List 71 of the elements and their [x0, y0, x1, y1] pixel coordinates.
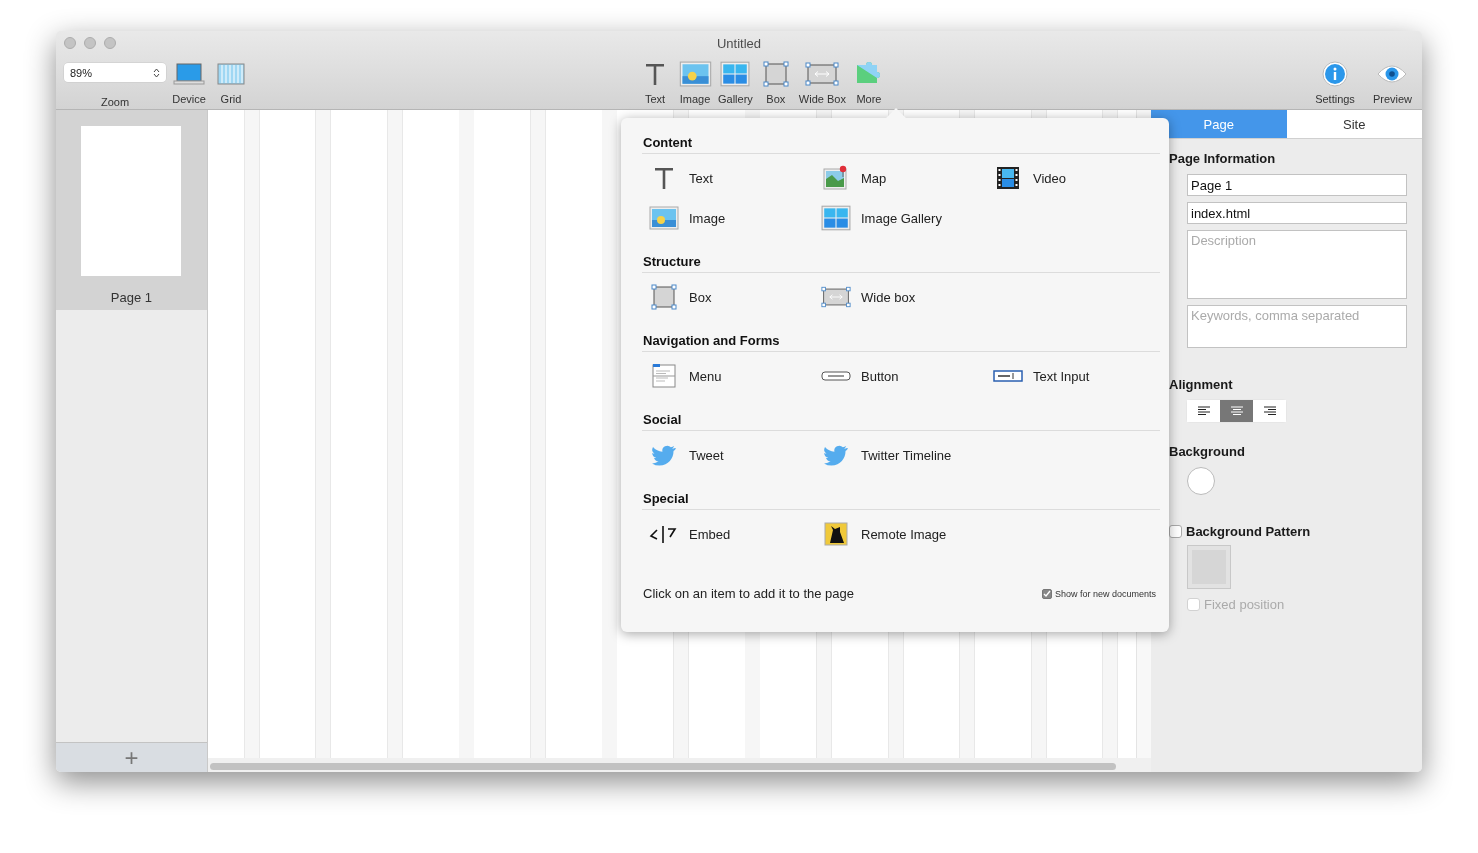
toolbar-button[interactable]: Wide Box [798, 61, 846, 105]
box-icon [762, 61, 789, 87]
wide-box-icon [805, 61, 840, 87]
toolbar-button[interactable]: Grid [214, 61, 248, 105]
insert-item[interactable]: Menu [643, 356, 815, 396]
text-area[interactable]: Description [1187, 230, 1407, 299]
alignment-button[interactable] [1253, 400, 1286, 422]
text-area[interactable]: Keywords, comma separated [1187, 305, 1407, 348]
gallery-icon [821, 205, 851, 231]
align-right-icon [1263, 406, 1276, 416]
box-icon [649, 284, 679, 310]
insert-item[interactable]: Video [987, 158, 1159, 198]
laptop-icon [173, 61, 205, 87]
toolbar-button[interactable]: Device [172, 61, 206, 105]
section-title: Structure [642, 254, 1160, 273]
checkbox-label: Background Pattern [1186, 524, 1311, 539]
scrollbar-thumb[interactable] [210, 763, 1116, 770]
section-title: Page Information [1169, 151, 1277, 166]
toolbar-button[interactable]: Box [758, 61, 793, 105]
insert-item[interactable]: Text [643, 158, 815, 198]
section-title: Background [1169, 444, 1246, 459]
section-title: Content [642, 135, 1160, 154]
align-left-icon [1197, 406, 1210, 416]
insert-item[interactable]: Image [643, 198, 815, 238]
section-title: Social [642, 412, 1160, 431]
insert-item[interactable]: Wide box [815, 277, 987, 317]
section-title: Navigation and Forms [642, 333, 1160, 352]
toolbar-button[interactable]: Settings [1315, 61, 1355, 105]
wide-box-icon [821, 284, 851, 310]
pattern-swatch[interactable] [1187, 545, 1231, 589]
alignment-button[interactable] [1187, 400, 1220, 422]
toolbar-button[interactable]: More [851, 61, 886, 105]
page-item[interactable]: Page 1 [56, 110, 207, 310]
insert-item[interactable]: Image Gallery [815, 198, 987, 238]
toolbar-button[interactable]: Preview [1372, 61, 1412, 105]
insert-item[interactable]: Box [643, 277, 815, 317]
insert-item[interactable]: Remote Image [815, 514, 987, 554]
insert-item[interactable]: Twitter Timeline [815, 435, 987, 475]
color-swatch[interactable] [1187, 467, 1215, 495]
section-title: Special [642, 491, 1160, 510]
zoom-field[interactable]: 89% [64, 63, 166, 82]
image-icon [649, 205, 679, 231]
grid-icon [217, 61, 245, 87]
menu-icon [649, 363, 679, 389]
toolbar-button[interactable]: Text [638, 61, 672, 105]
insert-item[interactable]: Embed [643, 514, 815, 554]
insert-item[interactable]: Tweet [643, 435, 815, 475]
checkbox[interactable] [1169, 525, 1182, 538]
image-icon [678, 61, 712, 87]
window-control-button[interactable] [84, 37, 96, 49]
checkbox[interactable] [1041, 589, 1052, 599]
info-icon [1322, 61, 1348, 87]
window-control-button[interactable] [64, 37, 76, 49]
cat-picture-icon [821, 521, 851, 547]
zoom-label: Zoom [100, 96, 130, 108]
insert-item[interactable]: Map [815, 158, 987, 198]
window-control-button[interactable] [104, 37, 116, 49]
section-title: Alignment [1169, 377, 1234, 392]
hint-text: Click on an item to add it to the page [643, 586, 854, 601]
text-field[interactable]: Page 1 [1187, 174, 1407, 196]
insert-item[interactable]: Text Input [987, 356, 1159, 396]
window-title: Untitled [716, 35, 762, 51]
toolbar-button[interactable]: Gallery [718, 61, 753, 105]
toolbar-button[interactable]: Image [678, 61, 712, 105]
stepper-icon [153, 67, 160, 78]
align-center-icon [1230, 406, 1243, 416]
text-field[interactable]: index.html [1187, 202, 1407, 224]
checkbox-label: Show for new documents [1054, 589, 1156, 599]
insert-item[interactable]: Button [815, 356, 987, 396]
checkbox-label: Fixed position [1204, 597, 1285, 612]
gallery-icon [720, 61, 751, 87]
